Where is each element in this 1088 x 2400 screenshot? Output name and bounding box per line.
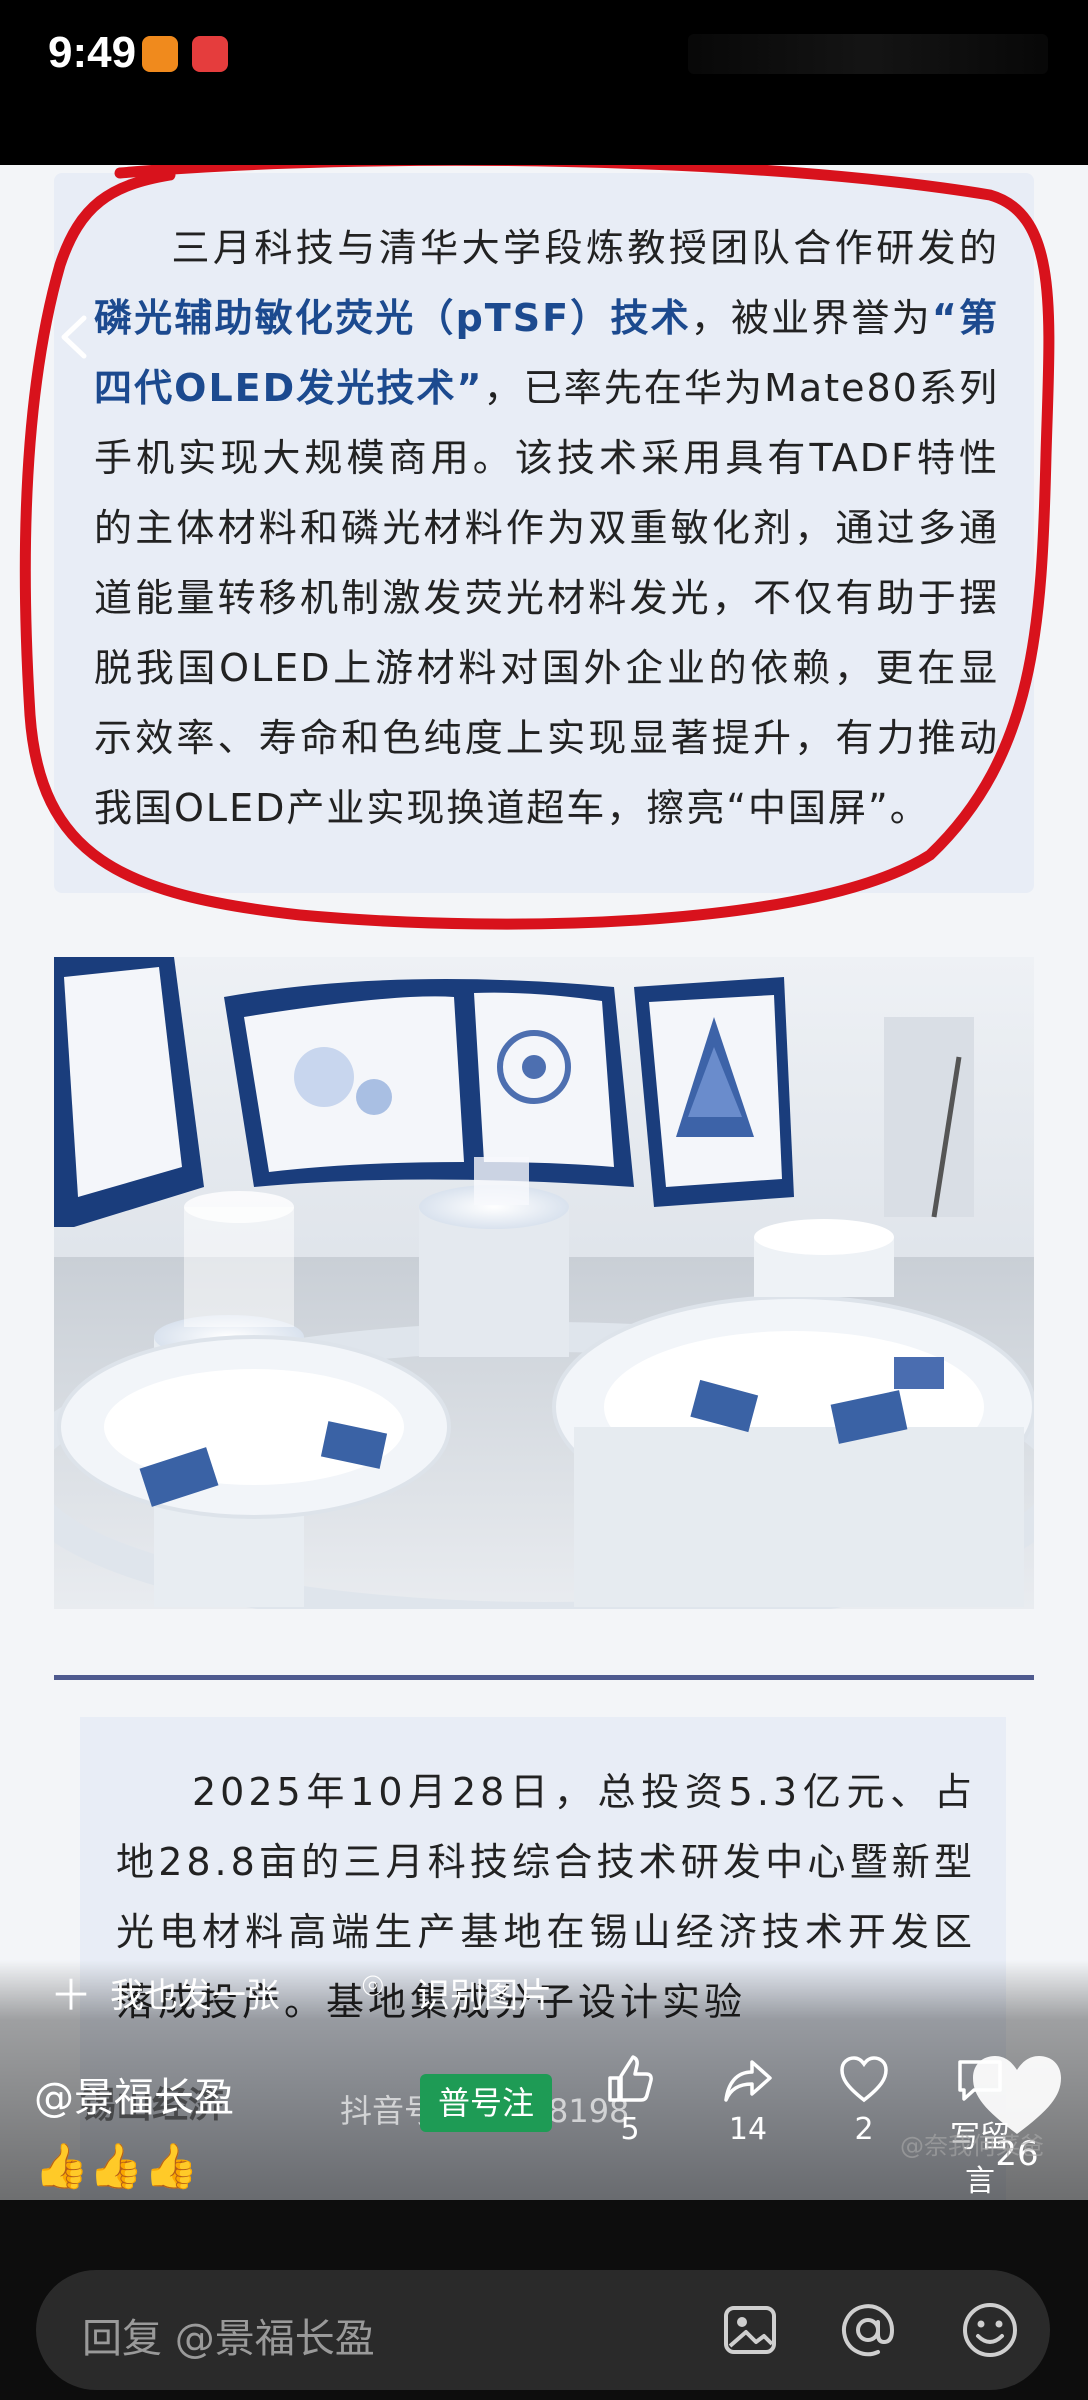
paragraph-connector: ，被业界誉为 — [690, 296, 932, 340]
huawei-notification-icon — [192, 36, 228, 72]
share-count: 14 — [728, 2112, 768, 2147]
paragraph-intro: 三月科技与清华大学段炼教授团队合作研发的 — [170, 226, 999, 270]
plus-icon[interactable]: ＋ — [50, 1962, 92, 2023]
section-divider — [54, 1675, 1034, 1680]
heart-icon — [840, 2056, 888, 2103]
share-icon — [724, 2060, 772, 2102]
back-icon — [61, 315, 87, 359]
reply-placeholder: 回复 @景福长盈 — [82, 2316, 375, 2362]
article-card-top: 三月科技与清华大学段炼教授团队合作研发的磷光辅助敏化荧光（pTSF）技术，被业界… — [54, 173, 1034, 893]
favorite-count: 2 — [854, 2112, 874, 2147]
clock: 9:49 — [48, 28, 137, 77]
like-action[interactable]: 5 — [600, 2052, 660, 2147]
paragraph-body: ，已率先在华为Mate80系列手机实现大规模商用。该技术采用具有TADF特性的主… — [94, 366, 999, 830]
image-icon[interactable] — [720, 2300, 780, 2360]
back-button[interactable] — [50, 310, 104, 364]
like-count: 5 — [620, 2112, 640, 2147]
at-icon[interactable] — [838, 2300, 898, 2360]
image-viewer[interactable]: 三月科技与清华大学段炼教授团队合作研发的磷光辅助敏化荧光（pTSF）技术，被业界… — [0, 165, 1088, 2200]
status-bar: 9:49 — [0, 0, 1088, 165]
status-indicators — [688, 34, 1048, 74]
follow-button[interactable]: 普号注 — [420, 2074, 552, 2132]
smile-icon[interactable] — [960, 2300, 1020, 2360]
app-notification-icon — [142, 36, 178, 72]
exhibition-photo — [54, 957, 1034, 1609]
author-username[interactable]: @景福长盈 — [34, 2065, 234, 2123]
emoji-reaction: 👍👍👍 — [34, 2141, 199, 2192]
favorite-action[interactable]: 2 — [834, 2052, 894, 2147]
recognize-image-button[interactable]: 识别图片 — [416, 1968, 552, 2017]
share-action[interactable]: 14 — [718, 2052, 778, 2147]
scan-icon[interactable]: ⌾ — [362, 1966, 384, 2008]
post-same-image-button[interactable]: 我也发一张 — [110, 1968, 280, 2017]
ptsf-highlight: 磷光辅助敏化荧光（pTSF）技术 — [94, 296, 691, 340]
weibo-watermark: @奈我何菜爸 — [900, 2132, 1044, 2160]
thumb-up-icon — [608, 2055, 653, 2102]
article-paragraph-1: 三月科技与清华大学段炼教授团队合作研发的磷光辅助敏化荧光（pTSF）技术，被业界… — [94, 213, 999, 843]
